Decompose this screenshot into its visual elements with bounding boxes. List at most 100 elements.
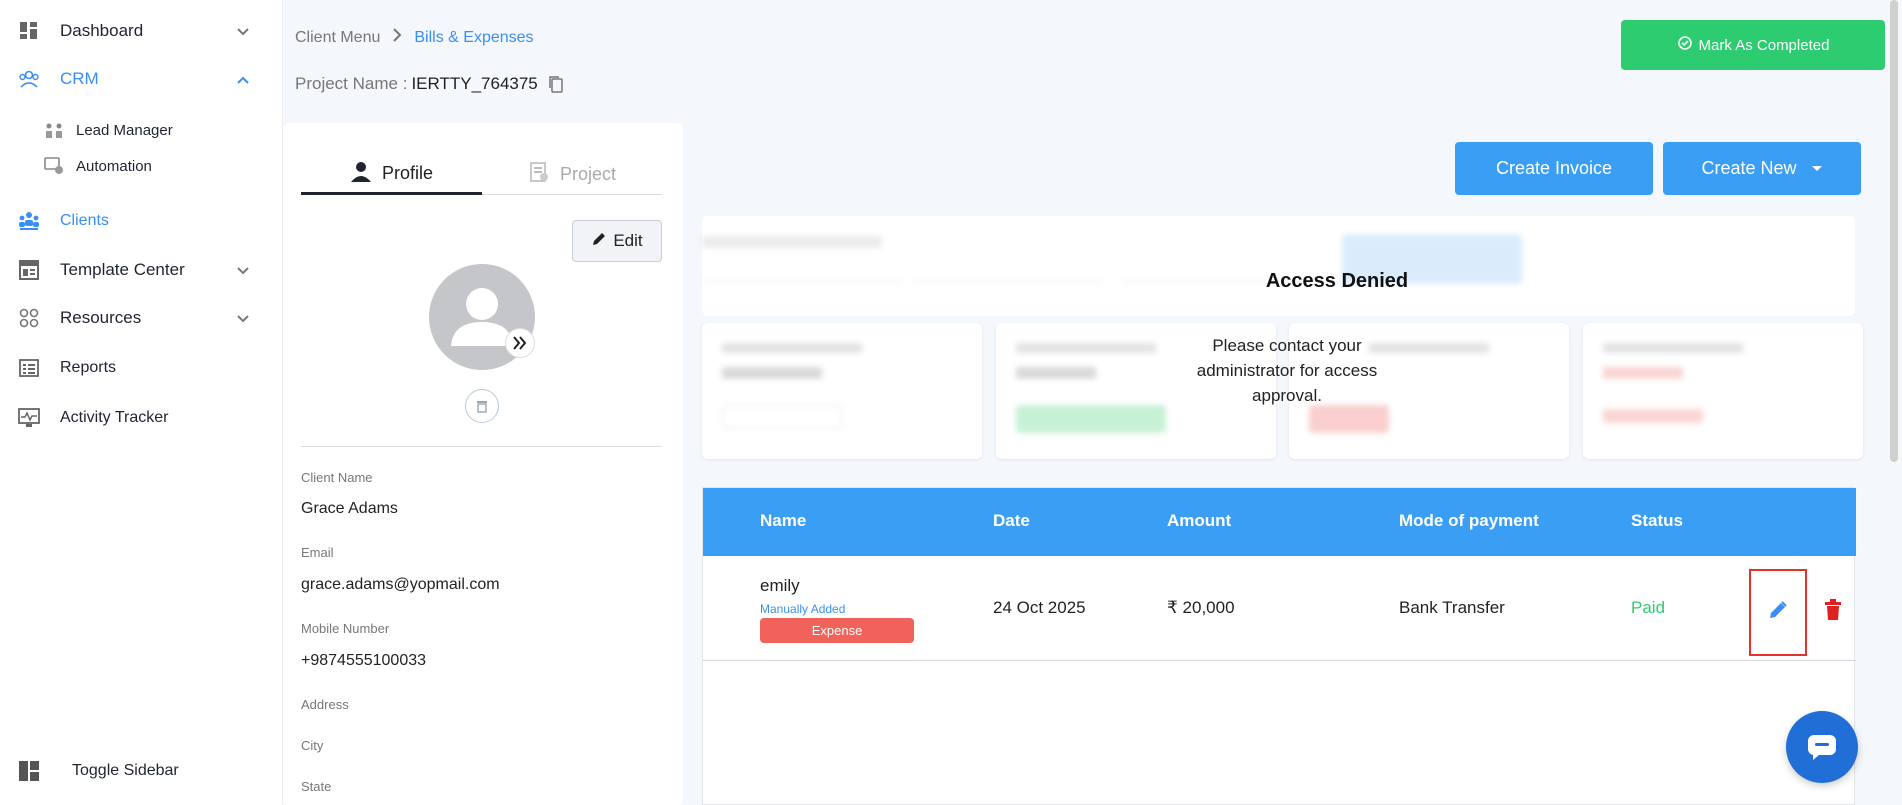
tab-project-label: Project <box>559 164 617 184</box>
state-label: State <box>301 779 332 794</box>
table-row[interactable]: emily Manually Added Expense 24 Oct 2025… <box>703 556 1856 661</box>
mobile-label: Mobile Number <box>301 621 390 636</box>
create-new-label: Create New <box>1701 158 1797 178</box>
row-name: emily <box>760 576 800 595</box>
toggle-sidebar-button[interactable]: Toggle Sidebar <box>18 760 179 782</box>
email-label: Email <box>301 545 334 560</box>
dashboard-icon <box>18 20 40 42</box>
row-status: Paid <box>1631 598 1666 617</box>
column-header-date: Date <box>993 511 1030 530</box>
app-root: Dashboard CRM Lead Manager Automation Cl… <box>0 0 1902 805</box>
chevron-down-icon[interactable] <box>234 23 252 41</box>
copy-icon[interactable] <box>548 75 564 93</box>
email-value: grace.adams@yopmail.com <box>301 576 500 593</box>
sidebar-item-label: Clients <box>60 212 109 229</box>
project-name-value: IERTTY_764375 <box>411 74 538 93</box>
sidebar-item-crm[interactable]: CRM <box>18 68 99 90</box>
expense-badge: Expense <box>760 618 914 643</box>
address-label: Address <box>301 697 349 712</box>
sidebar-item-label: CRM <box>60 69 99 88</box>
toggle-sidebar-label: Toggle Sidebar <box>72 762 179 779</box>
client-name-value: Grace Adams <box>301 500 398 517</box>
mark-as-completed-button[interactable]: Mark As Completed <box>1621 20 1885 70</box>
template-icon <box>18 259 40 281</box>
create-invoice-label: Create Invoice <box>1495 158 1613 178</box>
sidebar-item-label: Lead Manager <box>76 121 173 139</box>
access-denied-title: Access Denied <box>1265 270 1409 292</box>
sidebar-item-label: Resources <box>60 308 142 327</box>
city-label: City <box>301 738 324 753</box>
sidebar-item-dashboard[interactable]: Dashboard <box>18 20 143 42</box>
filter-panel <box>702 216 1855 316</box>
caret-down-icon <box>1811 165 1822 171</box>
row-source: Manually Added <box>760 602 846 616</box>
column-header-amount: Amount <box>1167 511 1232 530</box>
row-date: 24 Oct 2025 <box>993 598 1086 617</box>
scrollbar[interactable] <box>1890 0 1898 462</box>
chevron-up-icon[interactable] <box>234 71 252 89</box>
sidebar-item-lead-manager[interactable]: Lead Manager <box>44 120 173 140</box>
project-name-label: Project Name : <box>295 74 408 93</box>
activity-icon <box>18 407 40 429</box>
row-mode: Bank Transfer <box>1399 598 1505 617</box>
mobile-value: +9874555100033 <box>301 652 427 669</box>
breadcrumb-current[interactable]: Bills & Expenses <box>414 29 533 47</box>
tab-profile-label: Profile <box>381 163 434 183</box>
sidebar-item-label: Template Center <box>60 260 185 279</box>
reports-icon <box>18 357 40 379</box>
delete-icon[interactable] <box>1824 599 1842 621</box>
remove-avatar-button[interactable] <box>465 389 499 423</box>
breadcrumb: Client Menu Bills & Expenses <box>295 28 534 47</box>
toggle-sidebar-icon <box>18 760 40 782</box>
chevron-down-icon[interactable] <box>234 310 252 328</box>
lead-manager-icon <box>44 120 64 140</box>
column-header-mode: Mode of payment <box>1399 511 1539 530</box>
chat-support-button[interactable] <box>1786 711 1858 783</box>
chevron-right-icon <box>392 28 402 47</box>
sidebar-item-resources[interactable]: Resources <box>18 307 141 329</box>
breadcrumb-root[interactable]: Client Menu <box>295 29 380 47</box>
table-header: Name Date Amount Mode of payment Status <box>703 488 1856 556</box>
divider <box>301 446 662 447</box>
chat-icon <box>1808 735 1836 760</box>
mark-as-completed-label: Mark As Completed <box>1698 36 1830 54</box>
bills-table: Name Date Amount Mode of payment Status … <box>702 487 1856 805</box>
sidebar-item-reports[interactable]: Reports <box>18 357 116 379</box>
edit-icon[interactable] <box>1768 600 1788 620</box>
row-amount: ₹ 20,000 <box>1167 598 1235 617</box>
project-icon <box>528 161 550 188</box>
sidebar-item-clients[interactable]: Clients <box>18 210 109 232</box>
sidebar-item-label: Reports <box>60 359 117 376</box>
client-name-label: Client Name <box>301 470 373 485</box>
sidebar-item-automation[interactable]: Automation <box>44 156 152 176</box>
project-name: Project Name : IERTTY_764375 <box>295 74 564 94</box>
trash-icon <box>477 401 487 413</box>
edit-profile-button[interactable]: Edit <box>572 220 662 262</box>
create-invoice-button[interactable]: Create Invoice <box>1455 142 1653 195</box>
pencil-icon <box>591 231 607 252</box>
automation-icon <box>44 156 64 176</box>
column-header-name: Name <box>760 511 807 530</box>
access-denied-message: Please contact your administrator for ac… <box>1196 336 1378 405</box>
sidebar-item-label: Automation <box>76 157 152 175</box>
sidebar-item-label: Dashboard <box>60 21 144 40</box>
clients-icon <box>18 210 40 232</box>
sidebar: Dashboard CRM Lead Manager Automation Cl… <box>0 0 283 805</box>
create-new-button[interactable]: Create New <box>1663 142 1861 195</box>
stat-card <box>1583 323 1863 459</box>
person-icon <box>350 160 372 187</box>
handshake-icon <box>1677 35 1693 55</box>
double-chevron-right-icon[interactable] <box>505 328 535 358</box>
column-header-status: Status <box>1631 511 1683 530</box>
crm-icon <box>18 68 40 90</box>
sidebar-item-template-center[interactable]: Template Center <box>18 259 185 281</box>
profile-panel: Profile Project Edit Client Name Grace A… <box>283 123 683 805</box>
resources-icon <box>18 307 40 329</box>
main-content: Client Menu Bills & Expenses Project Nam… <box>283 0 1902 805</box>
tab-project[interactable]: Project <box>482 155 662 195</box>
edit-label: Edit <box>613 231 643 250</box>
chevron-down-icon[interactable] <box>234 262 252 280</box>
sidebar-item-label: Activity Tracker <box>60 409 169 426</box>
tab-profile[interactable]: Profile <box>301 155 482 195</box>
sidebar-item-activity-tracker[interactable]: Activity Tracker <box>18 407 168 429</box>
